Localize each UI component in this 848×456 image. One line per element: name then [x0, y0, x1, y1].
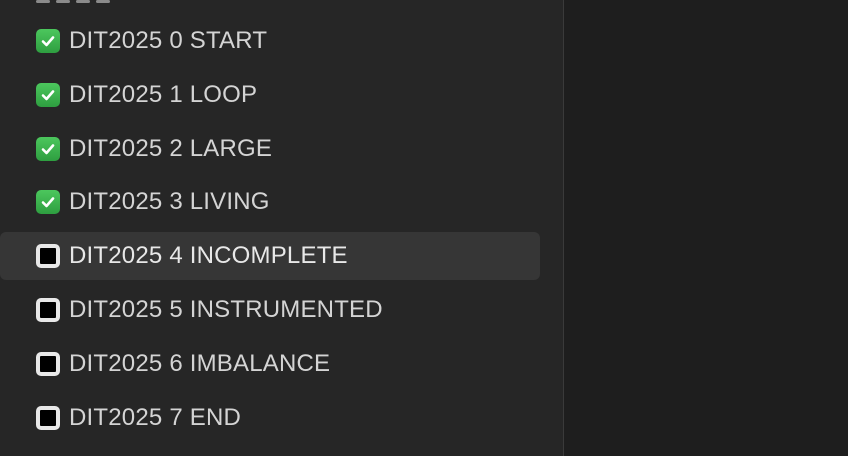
check-mark-button-icon[interactable]: [36, 136, 60, 161]
partially-visible-list-item: [36, 0, 110, 6]
black-square-icon: [40, 355, 56, 372]
list-item-label: DIT2025 6 IMBALANCE: [69, 349, 331, 377]
list-item[interactable]: DIT2025 5 INSTRUMENTED: [0, 286, 540, 334]
check-mark-button-icon[interactable]: [36, 29, 60, 53]
black-square-button-icon[interactable]: [36, 244, 60, 269]
list-item[interactable]: DIT2025 7 END: [0, 394, 540, 442]
check-mark-button-icon[interactable]: [36, 190, 60, 215]
list-item-label: DIT2025 0 START: [69, 27, 268, 54]
list-item-selected[interactable]: DIT2025 4 INCOMPLETE: [0, 232, 540, 281]
list-item-label: DIT2025 4 INCOMPLETE: [69, 242, 348, 270]
black-square-button-icon[interactable]: [36, 405, 60, 430]
list-item[interactable]: DIT2025 0 START: [0, 17, 540, 65]
sidebar: DIT2025 0 START DIT2025 1 LOOP DIT2025 2…: [0, 0, 563, 456]
cut-off-text: [96, 0, 110, 3]
black-square-button-icon[interactable]: [36, 297, 60, 322]
black-square-icon: [40, 409, 56, 426]
cut-off-text: [76, 0, 90, 3]
list-item[interactable]: DIT2025 3 LIVING: [0, 178, 540, 226]
content-pane: [564, 0, 848, 456]
list-item-label: DIT2025 7 END: [69, 403, 242, 431]
cut-off-text: [36, 0, 50, 3]
check-mark-button-icon[interactable]: [36, 82, 60, 107]
list-item-label: DIT2025 2 LARGE: [69, 134, 273, 162]
black-square-icon: [40, 248, 56, 265]
cut-off-text: [56, 0, 70, 3]
list-item-label: DIT2025 1 LOOP: [69, 80, 258, 108]
list-item-label: DIT2025 3 LIVING: [69, 188, 270, 216]
list-item[interactable]: DIT2025 2 LARGE: [0, 125, 540, 173]
list-item-label: DIT2025 5 INSTRUMENTED: [69, 295, 383, 323]
list-item[interactable]: DIT2025 1 LOOP: [0, 71, 540, 119]
black-square-button-icon[interactable]: [36, 351, 60, 376]
checklist: DIT2025 0 START DIT2025 1 LOOP DIT2025 2…: [0, 17, 540, 447]
list-item[interactable]: DIT2025 6 IMBALANCE: [0, 340, 540, 388]
black-square-icon: [40, 301, 56, 318]
